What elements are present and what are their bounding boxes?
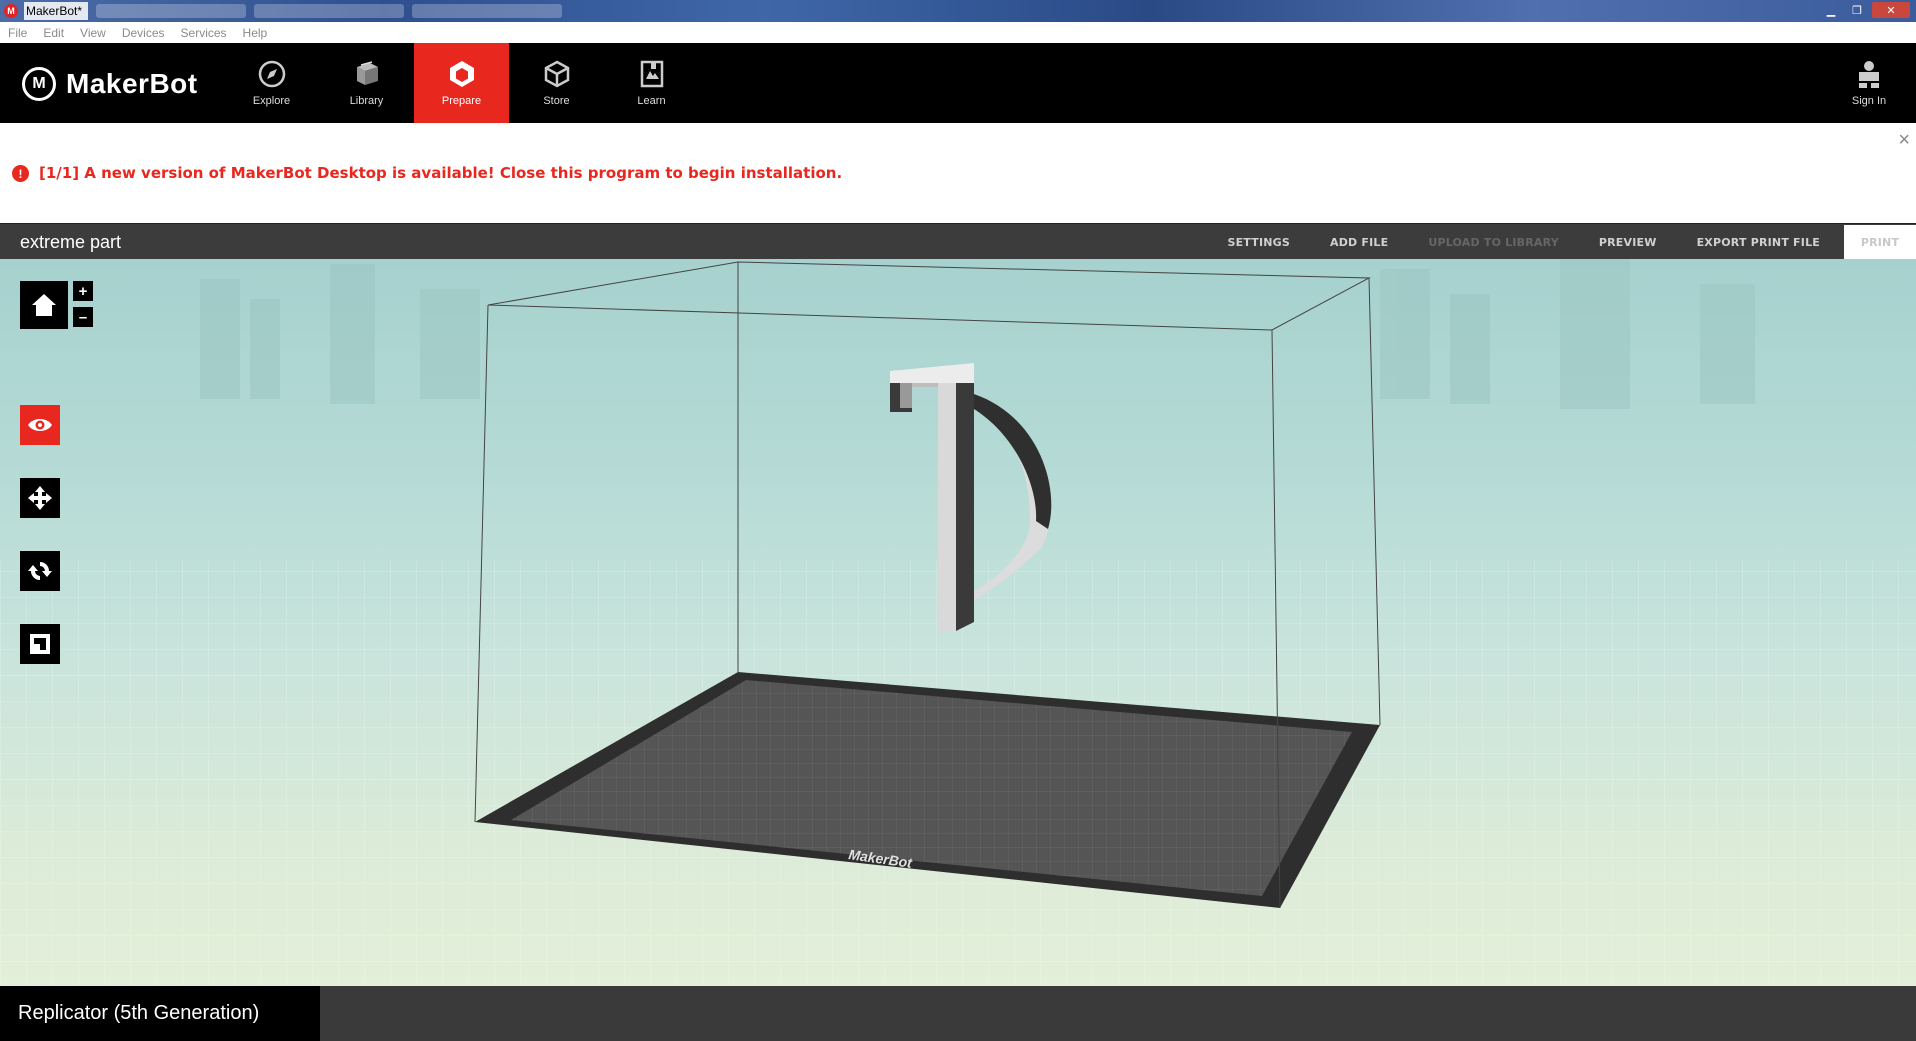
background-tab — [254, 4, 405, 18]
learn-book-icon — [640, 60, 663, 88]
restore-button[interactable]: ❐ — [1846, 2, 1868, 18]
notification-text: [1/1] A new version of MakerBot Desktop … — [39, 164, 843, 182]
store-box-icon — [544, 60, 569, 88]
zoom-out-button[interactable]: – — [73, 307, 93, 327]
nav-prepare[interactable]: Prepare — [414, 43, 509, 123]
sign-in-button[interactable]: Sign In — [1834, 43, 1904, 123]
background-tab — [412, 4, 563, 18]
update-notification: ! [1/1] A new version of MakerBot Deskto… — [0, 123, 1916, 223]
scale-icon — [30, 634, 50, 654]
rotate-icon — [28, 562, 52, 580]
window-titlebar: M MakerBot* ▁ ❐ ✕ — [0, 0, 1916, 22]
nav-library-label: Library — [349, 95, 384, 107]
home-view-button[interactable] — [20, 281, 68, 329]
library-icon — [356, 61, 378, 85]
menu-devices[interactable]: Devices — [122, 26, 165, 40]
view-tool-button[interactable] — [20, 405, 60, 445]
makerbot-wordmark: MakerBot — [66, 68, 198, 99]
build-scene: MakerBot — [0, 259, 1916, 986]
project-actions: SETTINGS ADD FILE UPLOAD TO LIBRARY PREV… — [1207, 224, 1916, 260]
project-toolbar: extreme part SETTINGS ADD FILE UPLOAD TO… — [0, 223, 1916, 259]
menu-edit[interactable]: Edit — [43, 26, 64, 40]
home-icon — [32, 294, 56, 316]
move-arrows-icon — [28, 486, 52, 510]
nav-prepare-label: Prepare — [441, 95, 482, 107]
makerbot-logo[interactable]: M MakerBot — [22, 67, 198, 101]
nav-store[interactable]: Store — [509, 43, 604, 123]
menu-help[interactable]: Help — [243, 26, 268, 40]
close-window-button[interactable]: ✕ — [1872, 2, 1910, 18]
nav-learn[interactable]: Learn — [604, 43, 699, 123]
user-icon — [1859, 61, 1879, 88]
sign-in-label: Sign In — [1851, 95, 1887, 107]
move-tool-button[interactable] — [20, 478, 60, 518]
menu-file[interactable]: File — [8, 26, 27, 40]
nav-learn-label: Learn — [637, 95, 666, 107]
background-skyline — [200, 259, 1755, 409]
prepare-icon — [449, 61, 474, 87]
3d-viewport[interactable]: MakerBot + – — [0, 259, 1916, 986]
settings-button[interactable]: SETTINGS — [1207, 236, 1310, 249]
menu-view[interactable]: View — [80, 26, 106, 40]
window-controls: ▁ ❐ ✕ — [1820, 2, 1910, 18]
add-file-button[interactable]: ADD FILE — [1310, 236, 1408, 249]
background-tab — [96, 4, 247, 18]
close-notification-icon[interactable]: × — [1898, 129, 1910, 152]
printer-selector[interactable]: Replicator (5th Generation) — [0, 986, 320, 1041]
nav-store-label: Store — [543, 95, 570, 107]
menu-services[interactable]: Services — [181, 26, 227, 40]
nav-explore[interactable]: Explore — [224, 43, 319, 123]
compass-icon — [258, 60, 285, 88]
makerbot-logo-icon: M — [22, 67, 56, 101]
minimize-button[interactable]: ▁ — [1820, 2, 1842, 18]
rotate-tool-button[interactable] — [20, 551, 60, 591]
main-nav: M MakerBot Explore Library Prepare Store… — [0, 43, 1916, 123]
export-print-file-button[interactable]: EXPORT PRINT FILE — [1677, 236, 1840, 249]
makerbot-app-icon: M — [4, 4, 18, 18]
zoom-in-button[interactable]: + — [73, 281, 93, 301]
alert-icon: ! — [12, 165, 29, 182]
eye-icon — [28, 419, 52, 431]
upload-to-library-button[interactable]: UPLOAD TO LIBRARY — [1408, 236, 1579, 249]
nav-library[interactable]: Library — [319, 43, 414, 123]
nav-explore-label: Explore — [252, 95, 291, 107]
status-footer: Replicator (5th Generation) — [0, 986, 1916, 1041]
print-button[interactable]: PRINT — [1844, 225, 1916, 259]
window-title: MakerBot* — [24, 2, 89, 20]
menu-bar: File Edit View Devices Services Help — [0, 22, 1916, 43]
preview-button[interactable]: PREVIEW — [1579, 236, 1677, 249]
project-name: extreme part — [20, 232, 122, 252]
scale-tool-button[interactable] — [20, 624, 60, 664]
